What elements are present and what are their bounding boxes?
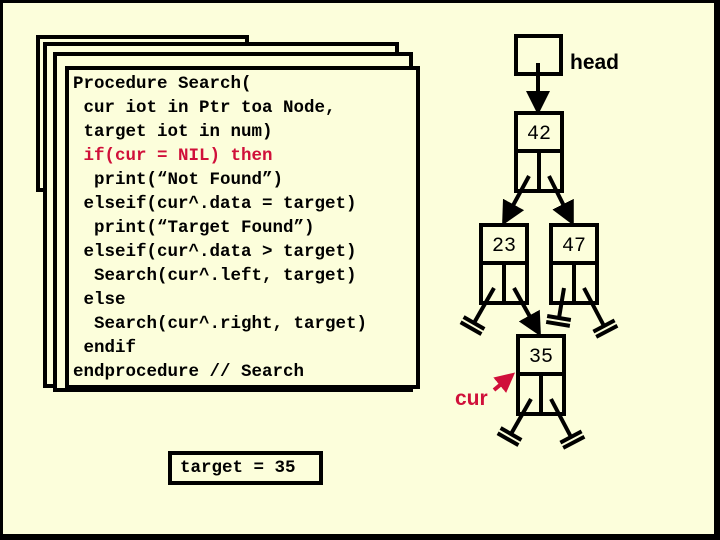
binary-tree-diagram: head 42 23 47 35 cur (455, 34, 619, 450)
slide: Procedure Search( cur iot in Ptr toa Nod… (3, 3, 714, 534)
nil-left-icon (459, 287, 496, 336)
tree-node-42: 42 (514, 111, 564, 193)
node-value: 42 (527, 123, 551, 146)
tree-node-35: 35 (516, 334, 566, 416)
nil-right-icon (582, 287, 619, 339)
node-value: 23 (492, 235, 516, 258)
tree-node-47: 47 (549, 223, 599, 305)
node-value: 47 (562, 235, 586, 258)
node-value: 35 (529, 346, 553, 369)
head-label: head (570, 51, 619, 74)
nil-left-icon (496, 398, 533, 447)
cur-label: cur (455, 387, 488, 410)
cur-arrow (492, 372, 516, 393)
tree-node-23: 23 (479, 223, 529, 305)
nil-right-icon (549, 398, 586, 450)
